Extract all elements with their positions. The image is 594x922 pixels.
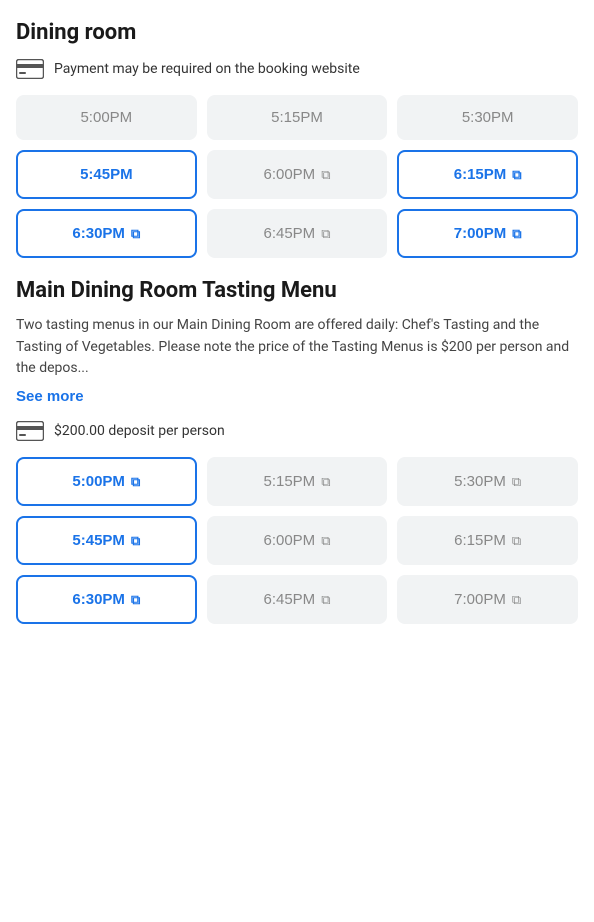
tasting-time-slot-530pm[interactable]: 5:30PM ⧉ bbox=[397, 457, 578, 506]
external-link-icon: ⧉ bbox=[512, 533, 521, 549]
dining-room-time-grid-1: 5:00PM 5:15PM 5:30PM 5:45PM 6:00PM ⧉ 6:1… bbox=[16, 95, 578, 258]
external-link-icon: ⧉ bbox=[321, 226, 330, 242]
tasting-time-slot-615pm[interactable]: 6:15PM ⧉ bbox=[397, 516, 578, 565]
time-slot-515pm-unavailable: 5:15PM bbox=[207, 95, 388, 140]
dining-room-title: Dining room bbox=[16, 20, 578, 45]
deposit-notice: $200.00 deposit per person bbox=[16, 421, 578, 441]
external-link-icon: ⧉ bbox=[321, 592, 330, 608]
tasting-time-slot-600pm[interactable]: 6:00PM ⧉ bbox=[207, 516, 388, 565]
time-slot-600pm-external[interactable]: 6:00PM ⧉ bbox=[207, 150, 388, 199]
tasting-time-slot-500pm[interactable]: 5:00PM ⧉ bbox=[16, 457, 197, 506]
external-link-icon: ⧉ bbox=[131, 592, 140, 608]
see-more-button[interactable]: See more bbox=[16, 388, 84, 405]
time-slot-615pm-available-external[interactable]: 6:15PM ⧉ bbox=[397, 150, 578, 199]
external-link-icon: ⧉ bbox=[321, 167, 330, 183]
external-link-icon: ⧉ bbox=[131, 533, 140, 549]
external-link-icon: ⧉ bbox=[321, 474, 330, 490]
time-slot-530pm-unavailable: 5:30PM bbox=[397, 95, 578, 140]
external-link-icon: ⧉ bbox=[131, 226, 140, 242]
payment-notice: Payment may be required on the booking w… bbox=[16, 59, 578, 79]
deposit-card-icon bbox=[16, 421, 44, 441]
external-link-icon: ⧉ bbox=[512, 226, 521, 242]
tasting-time-slot-515pm[interactable]: 5:15PM ⧉ bbox=[207, 457, 388, 506]
tasting-menu-title: Main Dining Room Tasting Menu bbox=[16, 278, 578, 303]
tasting-menu-description: Two tasting menus in our Main Dining Roo… bbox=[16, 315, 578, 380]
time-slot-545pm-available[interactable]: 5:45PM bbox=[16, 150, 197, 199]
time-slot-630pm-available-external[interactable]: 6:30PM ⧉ bbox=[16, 209, 197, 258]
external-link-icon: ⧉ bbox=[512, 592, 521, 608]
tasting-menu-time-grid: 5:00PM ⧉ 5:15PM ⧉ 5:30PM ⧉ 5:45PM ⧉ 6:00… bbox=[16, 457, 578, 624]
external-link-icon: ⧉ bbox=[512, 474, 521, 490]
payment-notice-text: Payment may be required on the booking w… bbox=[54, 61, 360, 77]
time-slot-700pm-available-external[interactable]: 7:00PM ⧉ bbox=[397, 209, 578, 258]
external-link-icon: ⧉ bbox=[321, 533, 330, 549]
deposit-notice-text: $200.00 deposit per person bbox=[54, 423, 225, 439]
time-slot-645pm-external[interactable]: 6:45PM ⧉ bbox=[207, 209, 388, 258]
credit-card-icon bbox=[16, 59, 44, 79]
tasting-time-slot-645pm[interactable]: 6:45PM ⧉ bbox=[207, 575, 388, 624]
tasting-time-slot-630pm[interactable]: 6:30PM ⧉ bbox=[16, 575, 197, 624]
tasting-time-slot-700pm[interactable]: 7:00PM ⧉ bbox=[397, 575, 578, 624]
tasting-time-slot-545pm[interactable]: 5:45PM ⧉ bbox=[16, 516, 197, 565]
external-link-icon: ⧉ bbox=[512, 167, 521, 183]
time-slot-500pm-unavailable: 5:00PM bbox=[16, 95, 197, 140]
external-link-icon: ⧉ bbox=[131, 474, 140, 490]
